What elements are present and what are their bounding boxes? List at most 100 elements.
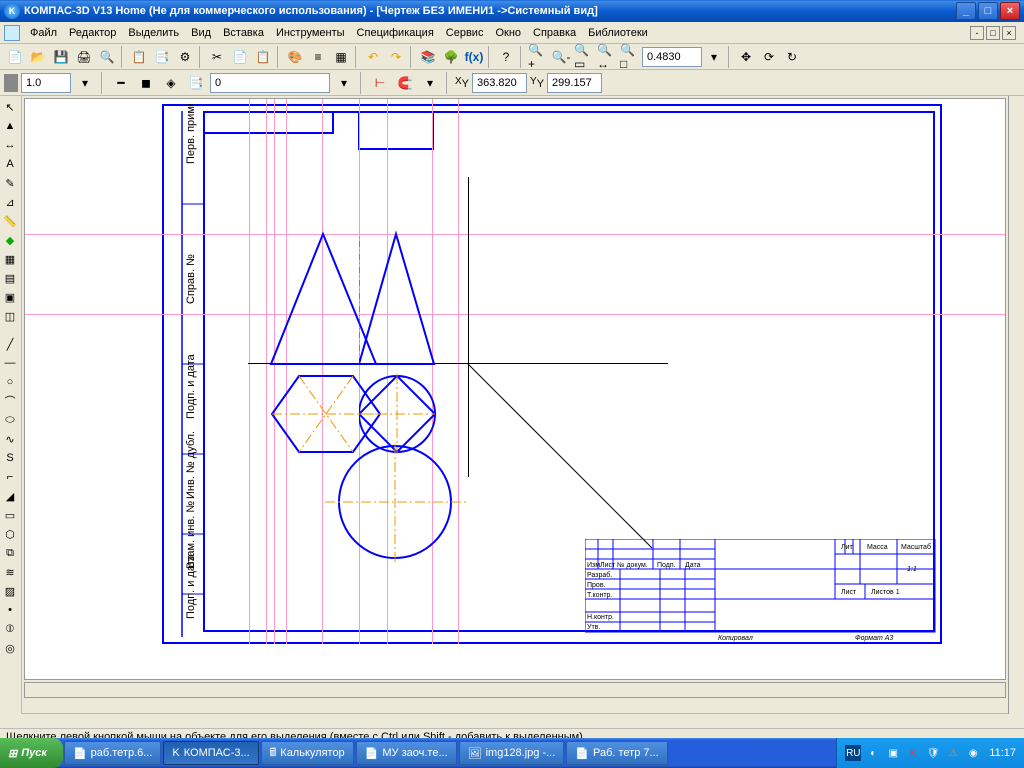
print-button[interactable]: 🖨 — [73, 46, 95, 68]
scale-field[interactable] — [21, 73, 71, 93]
task-button-5[interactable]: 🖼img128.jpg -... — [459, 741, 565, 765]
layer-input[interactable] — [215, 77, 325, 89]
menu-service[interactable]: Сервис — [440, 25, 490, 41]
menu-spec[interactable]: Спецификация — [351, 25, 440, 41]
task-button-6[interactable]: 📄Раб. тетр 7... — [566, 741, 667, 765]
scale-dropdown-button[interactable]: ▾ — [74, 72, 96, 94]
paste-button[interactable]: 📋 — [252, 46, 274, 68]
save-button[interactable]: 💾 — [50, 46, 72, 68]
bezier-tool[interactable]: S — [0, 449, 20, 467]
mdi-restore-button[interactable]: □ — [986, 26, 1000, 40]
zoom-input[interactable] — [647, 51, 697, 63]
task-button-1[interactable]: 📄раб.тетр.6... — [64, 741, 161, 765]
param-tool[interactable]: ⊿ — [0, 193, 20, 211]
redo-button[interactable]: ↷ — [385, 46, 407, 68]
window-minimize-button[interactable]: _ — [956, 2, 976, 20]
window-close-button[interactable]: × — [1000, 2, 1020, 20]
clock[interactable]: 11:17 — [989, 747, 1016, 759]
zoom-dropdown-button[interactable]: ▾ — [703, 46, 725, 68]
chamfer-tool[interactable]: ◢ — [0, 487, 20, 505]
break-tool[interactable]: ⦶ — [0, 620, 20, 638]
props-button[interactable]: ⚙ — [174, 46, 196, 68]
arc-tool[interactable]: ⌒ — [0, 392, 20, 410]
doc-button[interactable]: 📑 — [151, 46, 173, 68]
current-layer-button[interactable]: 📑 — [185, 72, 207, 94]
snap-dropdown-button[interactable]: ▾ — [419, 72, 441, 94]
text-tool[interactable]: A — [0, 155, 20, 173]
tray-icon-1[interactable]: ◐ — [865, 745, 881, 761]
hatch-tool[interactable]: ▨ — [0, 582, 20, 600]
zoom-dynamic-button[interactable]: 🔍↔ — [596, 46, 618, 68]
tray-icon-3[interactable]: K — [905, 745, 921, 761]
rect-tool[interactable]: ▭ — [0, 506, 20, 524]
open-button[interactable]: 📂 — [27, 46, 49, 68]
menu-view[interactable]: Вид — [185, 25, 217, 41]
ellipse-tool[interactable]: ⬭ — [0, 411, 20, 429]
menu-file[interactable]: Файл — [24, 25, 63, 41]
equidist-tool[interactable]: ≋ — [0, 563, 20, 581]
polygon-tool[interactable]: ⬡ — [0, 525, 20, 543]
variables-button[interactable]: f(x) — [463, 46, 485, 68]
zoom-window-button[interactable]: 🔍▭ — [573, 46, 595, 68]
tray-icon-6[interactable]: ◉ — [965, 745, 981, 761]
start-button[interactable]: ⊞ Пуск — [0, 738, 63, 768]
horizontal-scrollbar[interactable] — [24, 682, 1006, 698]
edit-tool[interactable]: ✎ — [0, 174, 20, 192]
zoom-out-button[interactable]: 🔍- — [550, 46, 572, 68]
preview-button[interactable]: 🔍 — [96, 46, 118, 68]
menu-window[interactable]: Окно — [489, 25, 527, 41]
task-button-3[interactable]: 🖩Калькулятор — [261, 741, 354, 765]
obj-tool[interactable]: ◎ — [0, 639, 20, 657]
collect-tool[interactable]: ⧉ — [0, 544, 20, 562]
system-tray[interactable]: RU ◐ ▣ K 🛡 ⚠ ◉ 11:17 — [836, 738, 1024, 768]
measure-tool[interactable]: 📏 — [0, 212, 20, 230]
fillet-tool[interactable]: ⌐ — [0, 468, 20, 486]
point-tool[interactable]: • — [0, 601, 20, 619]
line-style-button[interactable]: ━ — [110, 72, 132, 94]
report-tool[interactable]: ▤ — [0, 269, 20, 287]
pan-button[interactable]: ✥ — [735, 46, 757, 68]
color-button[interactable]: ◼ — [135, 72, 157, 94]
copy-button[interactable]: 📄 — [229, 46, 251, 68]
spec-button[interactable]: 📋 — [128, 46, 150, 68]
cut-button[interactable]: ✂ — [206, 46, 228, 68]
mdi-close-button[interactable]: × — [1002, 26, 1016, 40]
refresh-button[interactable]: ↻ — [781, 46, 803, 68]
select-tool[interactable]: ◆ — [0, 231, 20, 249]
tray-icon-2[interactable]: ▣ — [885, 745, 901, 761]
snap-toggle-button[interactable]: 🧲 — [394, 72, 416, 94]
menu-tools[interactable]: Инструменты — [270, 25, 351, 41]
window-maximize-button[interactable]: □ — [978, 2, 998, 20]
vertical-scrollbar[interactable] — [1008, 96, 1024, 714]
scale-input[interactable] — [26, 77, 66, 89]
menu-select[interactable]: Выделить — [122, 25, 185, 41]
undo-button[interactable]: ↶ — [362, 46, 384, 68]
zoom-field[interactable] — [642, 47, 702, 67]
pointer-tool[interactable]: ↖ — [0, 98, 20, 116]
tree-button[interactable]: 🌳 — [440, 46, 462, 68]
menu-insert[interactable]: Вставка — [217, 25, 270, 41]
menu-libraries[interactable]: Библиотеки — [582, 25, 654, 41]
new-button[interactable]: 📄 — [4, 46, 26, 68]
lang-indicator[interactable]: RU — [845, 745, 861, 761]
task-button-4[interactable]: 📄МУ заоч.те... — [356, 741, 457, 765]
spec-tool[interactable]: ▦ — [0, 250, 20, 268]
layers-button[interactable]: ▦ — [330, 46, 352, 68]
library-tool[interactable]: ◫ — [0, 307, 20, 325]
snap-end-button[interactable]: ⊢ — [369, 72, 391, 94]
drawing-canvas[interactable]: Перв. примен. Справ. № Подп. и дата Инв.… — [24, 98, 1006, 680]
zoom-fit-button[interactable]: 🔍□ — [619, 46, 641, 68]
layer-dropdown-button[interactable]: ▾ — [333, 72, 355, 94]
rotate-button[interactable]: ⟳ — [758, 46, 780, 68]
insert-tool[interactable]: ▣ — [0, 288, 20, 306]
circle-tool[interactable]: ○ — [0, 373, 20, 391]
help-button[interactable]: ? — [495, 46, 517, 68]
menu-help[interactable]: Справка — [527, 25, 582, 41]
geometry-tool[interactable]: ▲ — [0, 117, 20, 135]
library-button[interactable]: 📚 — [417, 46, 439, 68]
zoom-in-button[interactable]: 🔍+ — [527, 46, 549, 68]
layer-button[interactable]: ≡ — [307, 46, 329, 68]
tray-icon-5[interactable]: ⚠ — [945, 745, 961, 761]
task-button-2[interactable]: KКОМПАС-3... — [163, 741, 258, 765]
layer-field[interactable] — [210, 73, 330, 93]
